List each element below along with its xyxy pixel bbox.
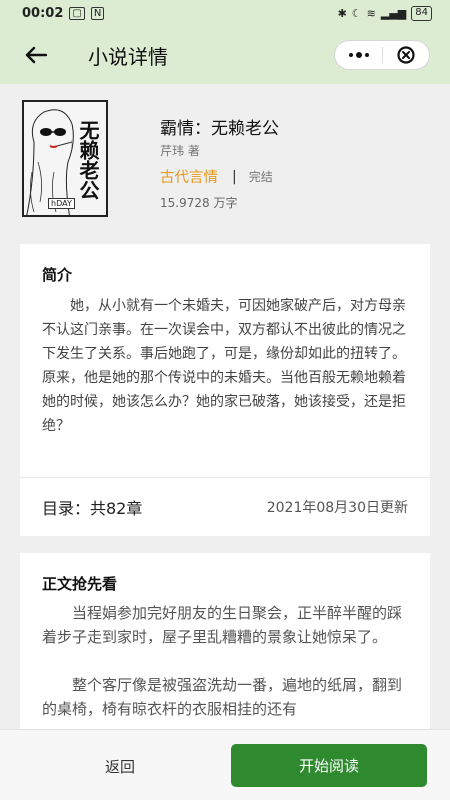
top-nav-bar: 小说详情 [0, 26, 450, 84]
intro-heading: 简介 [42, 266, 73, 284]
signal-icon: ▂▄▆ [380, 6, 407, 20]
word-count: 15.9728 万字 [160, 196, 238, 210]
status-time: 00:02 [22, 5, 64, 21]
intro-text: 她，从小就有一个未婚夫，可因她家破产后，对方母亲不认这门亲事。在一次误会中，双方… [42, 298, 406, 434]
status-bar: 00:02 ▢ N ✱ ☾ ≋ ▂▄▆ 84 [0, 0, 450, 26]
more-button[interactable] [335, 41, 382, 69]
book-cover: 无赖老公 ······· hDAY [22, 100, 108, 217]
cover-title: 无赖老公 [76, 120, 100, 200]
genre-label[interactable]: 古代言情 [160, 166, 218, 187]
book-author: 芹玮 著 [160, 144, 200, 158]
intro-card: 简介 她，从小就有一个未婚夫，可因她家破产后，对方母亲不认这门亲事。在一次误会中… [20, 244, 430, 536]
arrow-left-icon [25, 46, 47, 64]
toc-updated: 2021年08月30日更新 [266, 500, 408, 516]
book-info-section: 无赖老公 ······· hDAY 霸情：无赖老公 芹玮 著 古代言情 | 完结… [0, 84, 450, 234]
book-title: 霸情：无赖老公 [160, 119, 279, 139]
start-reading-button[interactable]: 开始阅读 [231, 744, 427, 787]
page-title: 小说详情 [88, 44, 168, 69]
preview-heading: 正文抢先看 [42, 575, 118, 593]
preview-paragraph: 整个客厅像是被强盗洗劫一番，遍地的纸屑，翻到的桌椅，椅有晾衣杆的衣服相挂的还有 [42, 676, 403, 718]
meta-separator: | [232, 168, 237, 185]
back-button[interactable] [18, 37, 54, 73]
cast-icon: ▢ [69, 6, 85, 20]
wifi-icon: ≋ [366, 6, 376, 20]
battery-icon: 84 [411, 5, 432, 21]
cover-subtitle: ······· [68, 140, 74, 152]
bluetooth-icon: ✱ [337, 6, 347, 20]
preview-paragraph: 当程娟参加完好朋友的生日聚会，正半醉半醒的踩着步子走到家时，屋子里乱糟糟的景象让… [42, 604, 403, 646]
toc-label: 目录：共82章 [42, 499, 143, 518]
close-button[interactable] [383, 41, 429, 69]
bottom-action-bar: 返回 开始阅读 [0, 729, 450, 800]
close-circle-icon [397, 46, 415, 64]
nfc-icon: N [90, 6, 105, 20]
moon-icon: ☾ [351, 6, 362, 20]
preview-text: 当程娟参加完好朋友的生日聚会，正半醉半醒的踩着步子走到家时，屋子里乱糟糟的景象让… [42, 601, 408, 745]
status-label: 完结 [248, 170, 273, 184]
miniprogram-capsule [334, 40, 430, 70]
return-button[interactable]: 返回 [60, 744, 180, 788]
toc-row[interactable]: 目录：共82章 2021年08月30日更新 [20, 478, 430, 536]
book-meta: 古代言情 | 完结 [160, 166, 273, 187]
cover-stamp: hDAY [48, 198, 75, 209]
